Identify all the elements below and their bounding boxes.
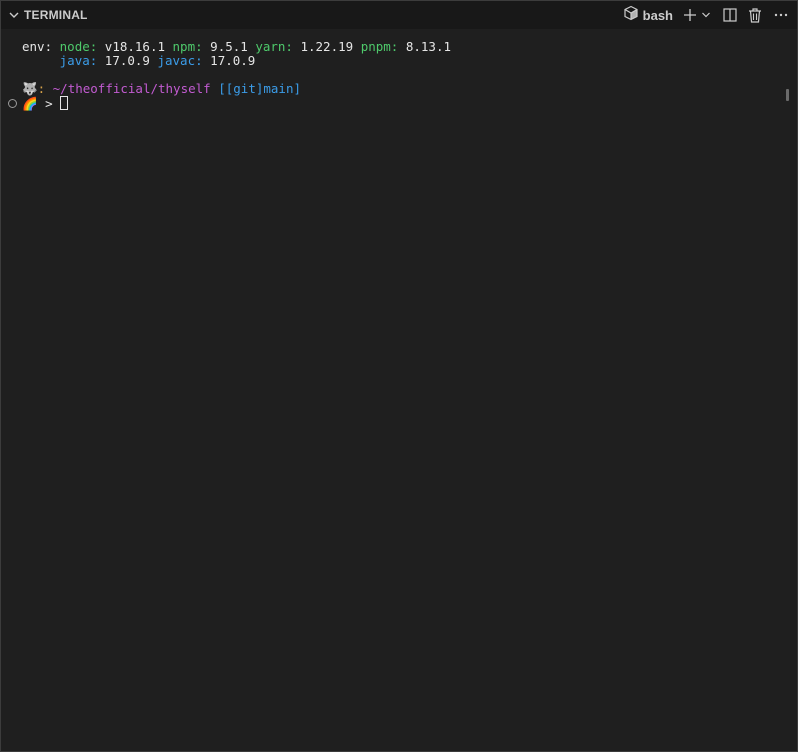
panel-title[interactable]: TERMINAL bbox=[24, 8, 88, 22]
terminal-output[interactable]: env: node: v18.16.1 npm: 9.5.1 yarn: 1.2… bbox=[1, 29, 797, 751]
shell-name: bash bbox=[642, 7, 673, 23]
shell-cube-icon bbox=[623, 5, 639, 26]
terminal-actions: bash bbox=[623, 1, 791, 29]
split-icon bbox=[723, 8, 737, 22]
shell-selector[interactable]: bash bbox=[623, 5, 673, 26]
pnpm-version: 8.13.1 bbox=[405, 39, 452, 54]
scrollbar-thumb[interactable] bbox=[786, 89, 789, 101]
trash-icon bbox=[749, 7, 761, 23]
prompt-chevron: > bbox=[37, 96, 61, 111]
rainbow-emoji-icon: 🌈 bbox=[22, 96, 38, 111]
yarn-version: 1.22.19 bbox=[300, 39, 361, 54]
chevron-down-icon[interactable] bbox=[7, 8, 21, 22]
command-decoration-icon[interactable] bbox=[8, 99, 17, 108]
java-key: java: bbox=[59, 53, 105, 68]
terminal-panel: TERMINAL bash env: node: v18.16.1 npm: 9… bbox=[0, 0, 798, 752]
prompt-line: 🐺: ~/theofficial/thyself [[git]main] bbox=[22, 82, 301, 96]
node-version: v18.16.1 bbox=[104, 39, 173, 54]
more-actions-button[interactable] bbox=[771, 5, 791, 25]
yarn-key: yarn: bbox=[255, 39, 301, 54]
new-terminal-button[interactable] bbox=[680, 5, 700, 25]
launch-profile-button[interactable] bbox=[700, 5, 712, 25]
java-version: 17.0.9 bbox=[104, 53, 158, 68]
cwd-path: ~/theofficial/thyself bbox=[52, 81, 211, 96]
npm-key: npm: bbox=[172, 39, 211, 54]
plus-icon bbox=[684, 9, 696, 21]
wolf-emoji-icon: 🐺 bbox=[22, 81, 38, 96]
terminal-panel-header: TERMINAL bash bbox=[1, 1, 797, 29]
more-icon bbox=[774, 13, 788, 17]
git-branch: [[git]main] bbox=[210, 81, 301, 96]
npm-version: 9.5.1 bbox=[210, 39, 256, 54]
prompt-colon: : bbox=[37, 81, 53, 96]
java-line: java: 17.0.9 javac: 17.0.9 bbox=[22, 53, 256, 68]
split-terminal-button[interactable] bbox=[720, 5, 740, 25]
env-prefix: env: bbox=[22, 39, 60, 54]
chevron-down-icon bbox=[702, 12, 710, 18]
javac-version: 17.0.9 bbox=[210, 53, 256, 68]
input-line[interactable]: 🌈 > bbox=[22, 96, 69, 111]
kill-terminal-button[interactable] bbox=[745, 5, 765, 25]
pnpm-key: pnpm: bbox=[360, 39, 406, 54]
terminal-cursor bbox=[60, 96, 69, 110]
node-key: node: bbox=[59, 39, 105, 54]
javac-key: javac: bbox=[157, 53, 211, 68]
env-line: env: node: v18.16.1 npm: 9.5.1 yarn: 1.2… bbox=[22, 40, 451, 54]
